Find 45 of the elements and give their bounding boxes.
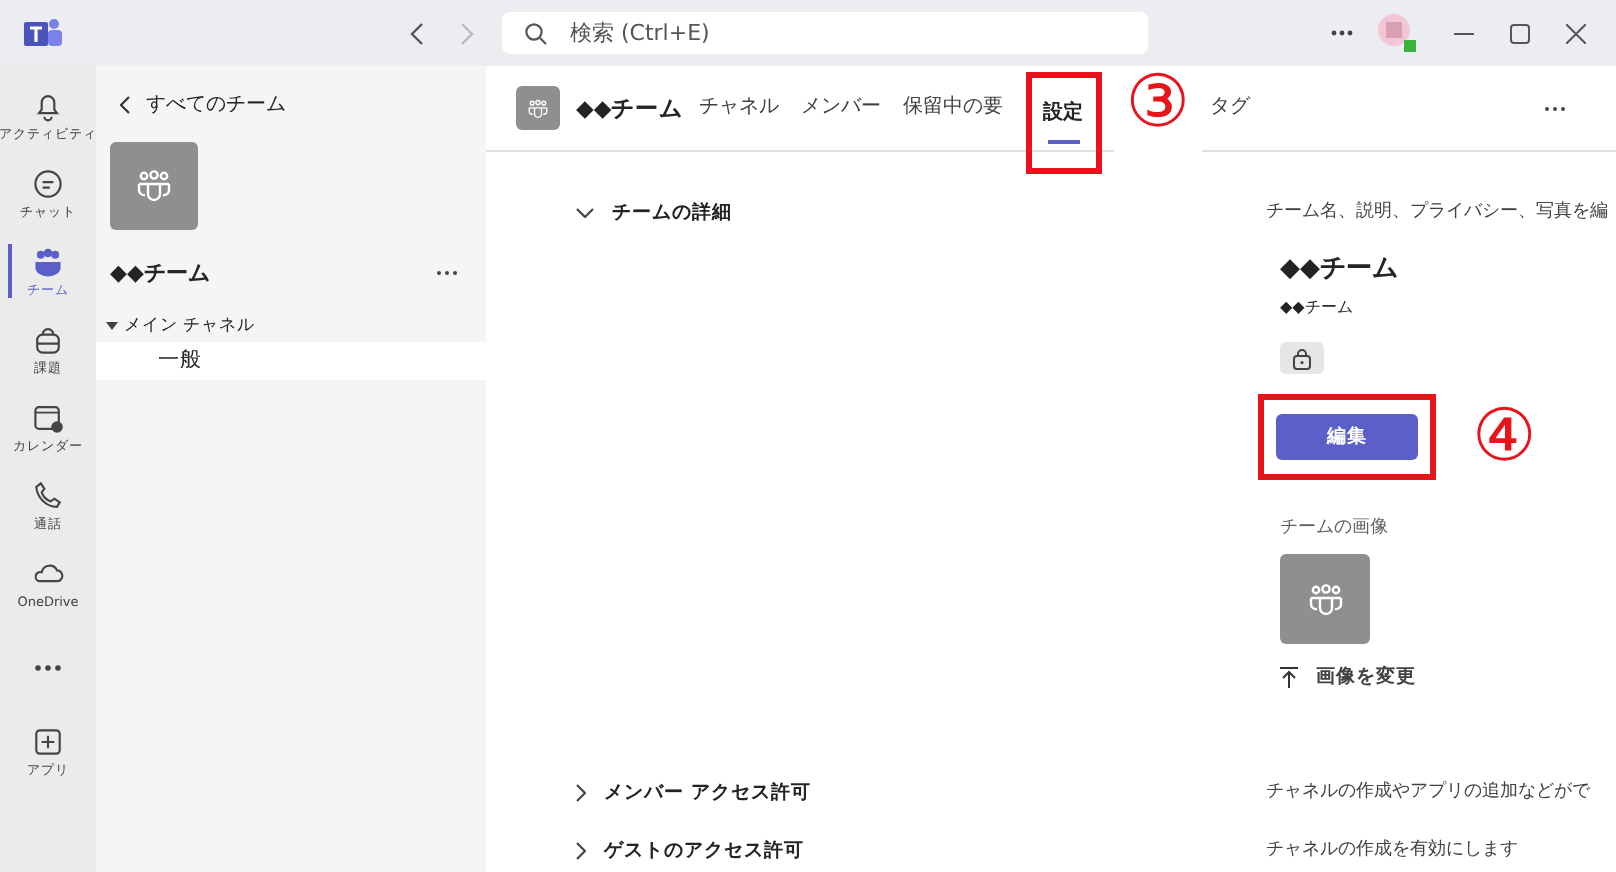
minimize-icon[interactable] [1454,31,1474,35]
tab[interactable]: タグ [1209,66,1250,150]
team-name: ◆◆チーム [1280,252,1398,286]
team-description: ◆◆チーム [1280,296,1353,318]
more-icon[interactable] [1330,30,1354,36]
more-icon[interactable] [436,270,458,276]
section-title[interactable]: ゲストのアクセス許可 [604,837,804,863]
more-icon [34,663,62,671]
section-title[interactable]: メンバー アクセス許可 [604,779,811,805]
section-summary: チャネルの作成を有効にします [1266,840,1518,860]
tab[interactable]: メンバー [801,66,882,150]
add-icon [30,723,66,759]
tab[interactable]: チャネル [699,66,780,150]
more-icon[interactable] [1544,105,1566,111]
section-summary: チーム名、説明、プライバシー、写真を編 [1266,202,1608,222]
chevron-icon[interactable] [576,841,586,859]
change-image-button[interactable]: 画像を変更 [1280,664,1416,690]
close-icon[interactable] [1566,23,1586,43]
chat-icon [30,165,66,201]
tab[interactable]: 設定 [1043,78,1084,150]
channel-group[interactable]: メイン チャネル [124,314,256,338]
chevron-icon[interactable] [576,783,586,801]
channel-item[interactable]: 一般 [96,342,486,380]
upload-icon [1280,666,1298,688]
section-title[interactable]: チームの詳細 [612,199,732,225]
teams-logo-icon [24,15,64,51]
back-link[interactable]: すべてのチーム [146,90,286,118]
team-name: ◆◆チーム [110,258,210,288]
phone-icon [30,477,66,513]
team-title: ◆◆チーム [576,93,684,123]
people-icon [524,95,552,121]
image-label: チームの画像 [1280,515,1388,540]
search-field[interactable]: 検索 (Ctrl+E) [502,12,1148,54]
maximize-icon[interactable] [1510,23,1530,43]
search-icon [524,22,548,46]
tab[interactable]: 保留中の要 [903,66,1004,150]
back-icon[interactable] [410,21,424,45]
caret-icon[interactable] [106,322,118,330]
section-summary: チャネルの作成やアプリの追加などがで [1266,782,1590,802]
edit-button[interactable]: 編集 [1276,414,1418,460]
back-icon[interactable] [120,95,130,113]
lock-icon [1292,347,1312,369]
team-icon [30,243,66,279]
chevron-icon[interactable] [576,207,594,217]
step-number: ③ [1113,66,1202,156]
